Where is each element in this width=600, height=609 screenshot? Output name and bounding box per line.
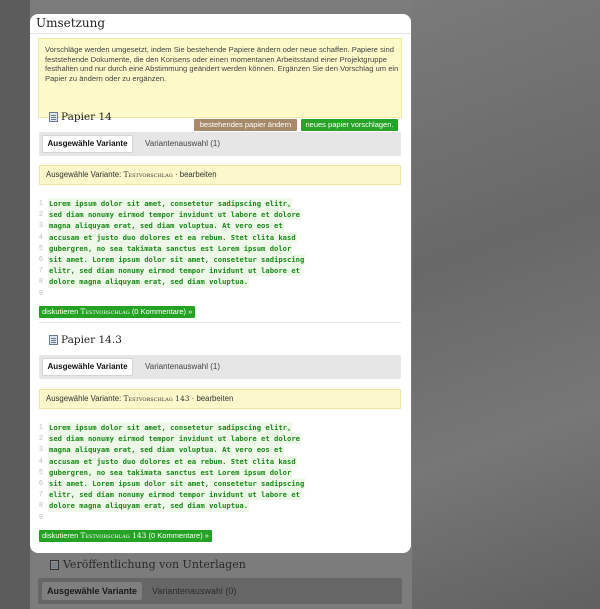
notice-text: Vorschläge werden umgesetzt, indem Sie b…: [45, 45, 399, 83]
variant-prefix: Ausgewähle Variante:: [46, 170, 122, 179]
title-divider: [30, 33, 411, 34]
variant-separator: ·: [191, 394, 195, 403]
dialog-title: Umsetzung: [36, 16, 106, 30]
text-line: 6 sit amet. Lorem ipsum dolor sit amet, c…: [39, 253, 306, 266]
edit-link[interactable]: bearbeiten: [180, 170, 217, 179]
tab-selected-variant[interactable]: Ausgewähle Variante: [42, 358, 133, 376]
text-line: 1 Lorem ipsum dolor sit amet, consetetur …: [39, 198, 293, 210]
document-icon: [49, 112, 58, 122]
background-right: [412, 0, 600, 609]
change-paper-button[interactable]: bestehendes papier ändern: [194, 119, 297, 131]
background-section-heading: Veröffentlichung von Unterlagen: [50, 558, 246, 571]
text-line: 8 dolore magna aliquyam erat, sed diam vo…: [39, 500, 250, 512]
text-line: 2 sed diam nonumy eirmod tempor invidunt …: [39, 433, 301, 445]
paper-heading: Papier 14.3: [49, 334, 122, 346]
text-line: 3 magna aliquyam erat, sed diam voluptua.…: [39, 444, 284, 456]
document-icon: [49, 335, 58, 345]
text-line: 6 sit amet. Lorem ipsum dolor sit amet, c…: [39, 477, 306, 490]
section-divider: [39, 322, 401, 323]
document-icon: [50, 559, 59, 570]
info-notice: Vorschläge werden umgesetzt, indem Sie b…: [38, 38, 402, 131]
variant-link[interactable]: Testvorschlag 143: [123, 394, 189, 403]
background-tab-selected: Ausgewähle Variante: [42, 582, 143, 600]
text-line: 5 gubergren, no sea takimata sanctus est …: [39, 466, 293, 478]
variant-prefix: Ausgewähle Variante:: [46, 394, 122, 403]
background-left: [0, 0, 30, 609]
tab-variant-selection[interactable]: Variantenauswahl (1): [145, 135, 220, 153]
paper-heading: Papier 14: [49, 111, 112, 123]
background-section-title: Veröffentlichung von Unterlagen: [63, 558, 246, 571]
text-line: 7 elitr, sed diam nonumy eirmod tempor in…: [39, 265, 301, 277]
new-paper-button[interactable]: neues papier vorschlagen.: [301, 119, 398, 131]
tab-selected-variant[interactable]: Ausgewähle Variante: [42, 135, 133, 153]
text-line: 4 accusam et justo duo dolores et ea rebu…: [39, 231, 297, 243]
edit-link[interactable]: bearbeiten: [196, 394, 233, 403]
text-line: 2 sed diam nonumy eirmod tempor invidunt …: [39, 209, 301, 221]
implementation-dialog: Umsetzung Vorschläge werden umgesetzt, i…: [30, 14, 411, 553]
paper-title: Papier 14.3: [61, 334, 122, 346]
text-line: 4 accusam et justo duo dolores et ea rebu…: [39, 455, 297, 467]
background-tabbar: Ausgewähle Variante Variantenauswahl (0): [38, 578, 402, 604]
discuss-button[interactable]: diskutieren Testvorschlag 143 (0 Komment…: [39, 530, 212, 542]
tab-variant-selection[interactable]: Variantenauswahl (1): [145, 358, 220, 376]
paper-tabbar: Ausgewähle Variante Variantenauswahl (1): [39, 355, 401, 379]
text-line: 9: [39, 513, 43, 521]
paper-text: 1 Lorem ipsum dolor sit amet, consetetur …: [39, 198, 401, 299]
selected-variant-bar: Ausgewähle Variante: Testvorschlag 143 ·…: [39, 389, 401, 409]
paper-tabbar: Ausgewähle Variante Variantenauswahl (1): [39, 132, 401, 156]
background-tab-variants: Variantenauswahl (0): [152, 586, 237, 596]
selected-variant-bar: Ausgewähle Variante: Testvorschlag · bea…: [39, 165, 401, 185]
variant-link[interactable]: Testvorschlag: [123, 170, 172, 179]
text-line: 3 magna aliquyam erat, sed diam voluptua.…: [39, 220, 284, 232]
discuss-button[interactable]: diskutieren Testvorschlag (0 Kommentare)…: [39, 306, 196, 318]
text-line: 5 gubergren, no sea takimata sanctus est …: [39, 242, 293, 254]
text-line: 1 Lorem ipsum dolor sit amet, consetetur …: [39, 422, 293, 434]
text-line: 9: [39, 289, 43, 297]
paper-title: Papier 14: [61, 111, 112, 123]
text-line: 7 elitr, sed diam nonumy eirmod tempor in…: [39, 489, 301, 501]
variant-separator: ·: [174, 170, 178, 179]
text-line: 8 dolore magna aliquyam erat, sed diam vo…: [39, 276, 250, 288]
paper-text: 1 Lorem ipsum dolor sit amet, consetetur …: [39, 422, 401, 523]
